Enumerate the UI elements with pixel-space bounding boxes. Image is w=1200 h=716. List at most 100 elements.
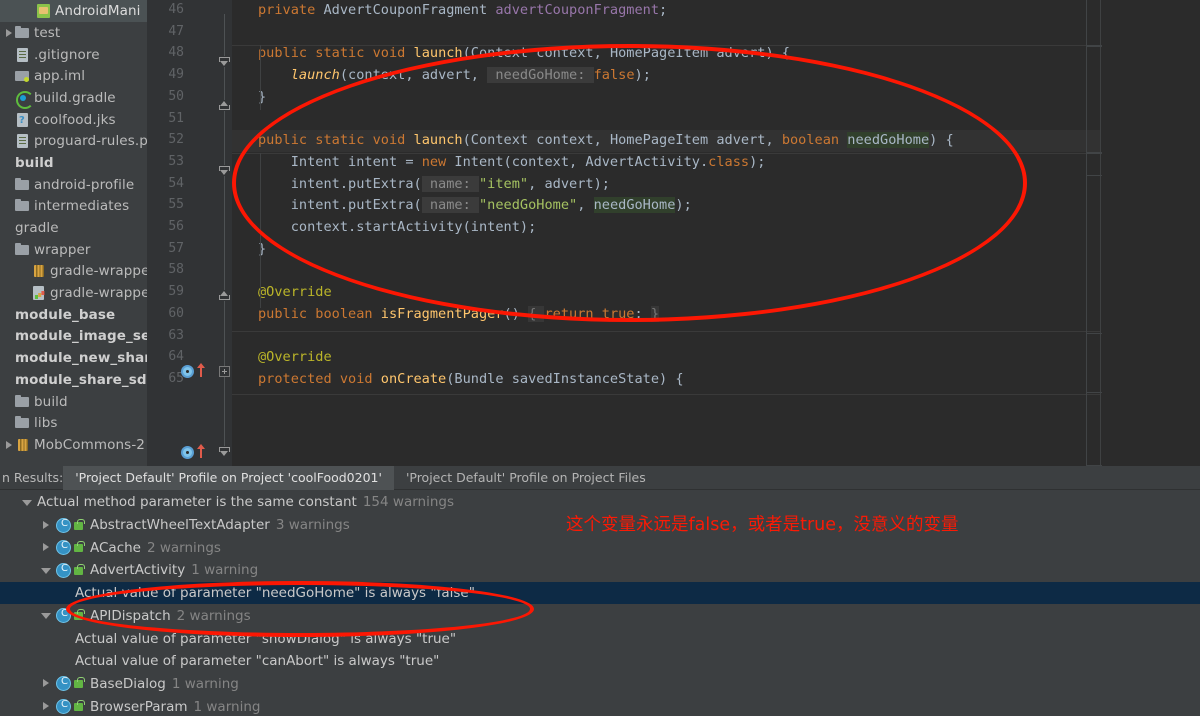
code-line[interactable] [232,326,1200,348]
folder-icon [15,177,31,193]
chevron-down-icon[interactable] [41,565,52,576]
chevron-right-icon[interactable] [2,28,15,37]
public-visibility-icon [73,563,85,577]
inspection-group-row[interactable]: BrowserParam 1 warning [0,695,1200,716]
inspection-problem-row[interactable]: Actual value of parameter "showDialog" i… [0,627,1200,650]
inspection-problem-row[interactable]: Actual value of parameter "needGoHome" i… [0,581,1200,605]
public-visibility-icon [73,518,85,532]
code-line[interactable]: private AdvertCouponFragment advertCoupo… [232,0,1200,22]
sidebar-item-module-base[interactable]: module_base [0,304,147,326]
sidebar-item-gradle[interactable]: gradle [0,217,147,239]
code-line[interactable]: context.startActivity(intent); [232,217,1200,239]
line-number: 57 [168,240,184,256]
sidebar-item-module-image-select[interactable]: module_image_select [0,326,147,348]
line-number: 56 [168,219,184,234]
gradle-icon [15,90,34,109]
inspection-scope-tabs[interactable]: 'Project Default' Profile on Project 'co… [63,465,658,490]
fold-collapse-icon[interactable] [219,446,230,457]
jar-icon [31,263,47,279]
minimap-band [1086,46,1102,154]
code-line[interactable]: public static void launch(Context contex… [232,43,1200,65]
inspection-results-panel[interactable]: n Results: 'Project Default' Profile on … [0,465,1200,716]
sidebar-item-label: gradle [15,220,59,237]
fold-end-icon[interactable] [219,100,230,111]
implementing-arrow-icon[interactable] [197,444,205,458]
code-line[interactable]: } [232,239,1200,261]
inspection-group-row[interactable]: BaseDialog 1 warning [0,673,1200,696]
overriding-method-icon[interactable] [181,365,194,378]
chevron-right-icon[interactable] [41,542,52,553]
inspection-group-row[interactable]: AdvertActivity 1 warning [0,559,1200,582]
inspection-scope-tab[interactable]: 'Project Default' Profile on Project 'co… [63,465,394,490]
chevron-right-icon[interactable] [41,520,52,531]
code-region-separator [232,393,1200,395]
editor-gutter[interactable]: 46 47 48 49 50 51 52 53 54 55 56 57 58 59 60 63 64 65 [147,0,232,466]
sidebar-item-module-share-sdk[interactable]: module_share_sdk [0,369,147,391]
public-visibility-icon [73,609,85,622]
warning-count-label: 3 warnings [275,517,350,534]
sidebar-item-label: wrapper [34,241,91,258]
chevron-right-icon[interactable] [2,440,15,449]
sidebar-item-label: module_share_sdk [15,371,147,388]
sidebar-item-module-new-share-sd[interactable]: module_new_share_sd [0,347,147,369]
inspection-group-row[interactable]: ACache 2 warnings [0,536,1200,559]
chevron-down-icon[interactable] [22,497,33,508]
minimap-band [1086,0,1102,46]
code-line[interactable]: @Override [232,282,1200,304]
code-line[interactable]: intent.putExtra( name: "item", advert); [232,174,1200,196]
sidebar-item-wrapper[interactable]: wrapper [0,239,147,261]
sidebar-item-gitignore[interactable]: .gitignore [0,44,147,66]
sidebar-item-build-gradle[interactable]: build.gradle [0,87,147,109]
code-line[interactable] [232,22,1200,44]
inspection-scope-tab[interactable]: 'Project Default' Profile on Project Fil… [394,466,658,490]
sidebar-item-gradle-wrapper-j[interactable]: gradle-wrapper.j [0,261,147,283]
line-number: 53 [168,153,184,169]
sidebar-item-build[interactable]: build [0,391,147,413]
sidebar-item-app-iml[interactable]: app.iml [0,65,147,87]
sidebar-item-libs[interactable]: libs [0,412,147,434]
fold-expand-icon[interactable] [219,366,230,377]
code-line[interactable] [232,260,1200,282]
gutter-line: 57 [147,239,232,261]
inspection-problem-row[interactable]: Actual value of parameter "canAbort" is … [0,650,1200,673]
implementing-arrow-icon[interactable] [197,363,205,377]
code-line[interactable]: intent.putExtra( name: "needGoHome", nee… [232,195,1200,217]
chevron-right-icon[interactable] [41,701,52,712]
fold-end-icon[interactable] [219,290,230,301]
indent-guide [260,153,261,308]
sidebar-item-test[interactable]: test [0,22,147,44]
sidebar-item-android-profile[interactable]: android-profile [0,174,147,196]
project-file-tree[interactable]: test .gitignore app.iml build.gradle coolfoo… [0,0,147,456]
sidebar-item-mobcommons-2[interactable]: MobCommons-2 [0,434,147,456]
overriding-method-icon[interactable] [181,446,194,459]
chevron-down-icon[interactable] [41,610,52,621]
code-line[interactable]: Intent intent = new Intent(context, Adve… [232,152,1200,174]
fold-collapse-icon[interactable] [219,56,230,67]
sidebar-item-androidmanifest[interactable]: AndroidMani [0,0,147,22]
chevron-right-icon[interactable] [41,678,52,689]
inspection-group-row[interactable]: APIDispatch 2 warnings [0,605,1200,628]
line-number: 59 [168,284,184,300]
code-line[interactable] [232,109,1200,131]
code-line[interactable]: protected void onCreate(Bundle savedInst… [232,369,1200,391]
sidebar-item-build[interactable]: build [0,152,147,174]
sidebar-item-intermediates[interactable]: intermediates [0,196,147,218]
code-editor[interactable]: 46 47 48 49 50 51 52 53 54 55 56 57 58 59 60 63 64 65 pri… [147,0,1200,466]
sidebar-item-gradle-wrapper-p[interactable]: gradle-wrapper.p [0,282,147,304]
code-line[interactable]: @Override [232,347,1200,369]
inspection-row-label: APIDispatch [90,607,171,624]
sidebar-item-proguard-rules-pro[interactable]: proguard-rules.pro [0,130,147,152]
line-number: 58 [168,262,184,278]
sidebar-item-label: proguard-rules.pro [34,133,147,150]
code-area[interactable]: private AdvertCouponFragment advertCoupo… [232,0,1200,466]
editor-minimap[interactable] [1086,0,1200,466]
code-line[interactable]: launch(context, advert, needGoHome: fals… [232,65,1200,87]
code-line[interactable]: } [232,87,1200,109]
sidebar-item-label: build [34,393,68,410]
code-line[interactable]: public static void launch(Context contex… [232,130,1200,152]
code-line[interactable]: public boolean isFragmentPager() { retur… [232,304,1200,326]
sidebar-item-coolfood-jks[interactable]: coolfood.jks [0,109,147,131]
folder-dot-icon [15,68,31,84]
project-sidebar[interactable]: test .gitignore app.iml build.gradle coolfoo… [0,0,147,466]
fold-collapse-icon[interactable] [219,165,230,176]
